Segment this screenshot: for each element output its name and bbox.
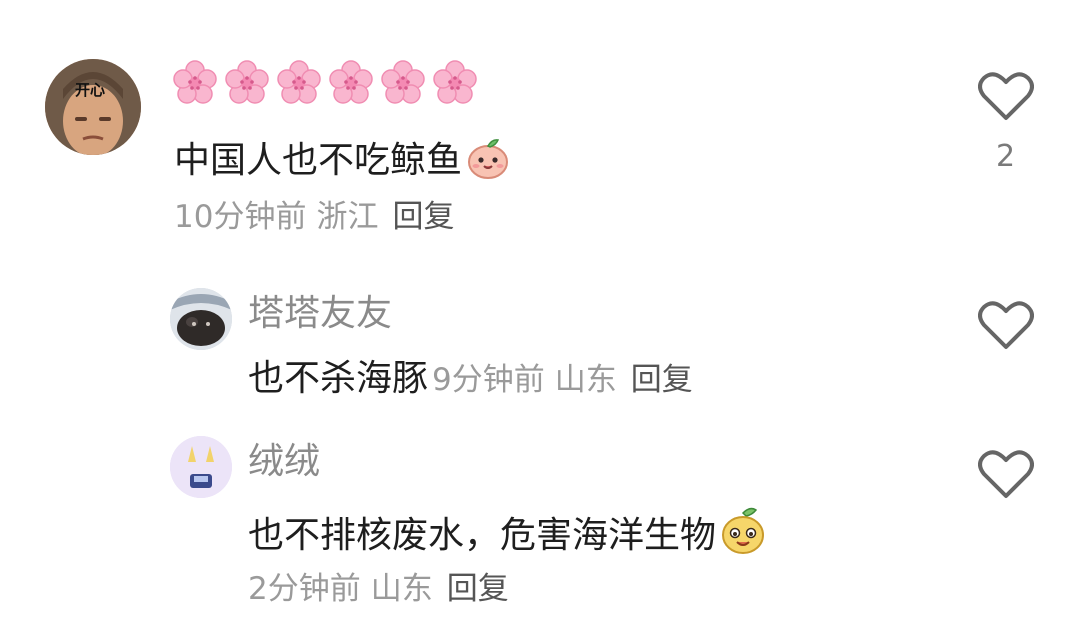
like-count: 2 (996, 139, 1016, 174)
reply-nickname[interactable]: 塔塔友友 (248, 296, 392, 332)
comment-meta: 10分钟前 浙江 回复 (174, 202, 454, 233)
reply-meta: 2分钟前 山东 回复 (248, 574, 509, 605)
comment-text: 中国人也不吃鲸鱼 (174, 140, 463, 181)
avatar[interactable] (170, 288, 232, 350)
reply-time: 9分钟前 (432, 362, 545, 398)
heart-outline-icon[interactable] (978, 299, 1034, 351)
reply-nickname[interactable]: 绒绒 (248, 444, 320, 480)
avatar-photo (170, 288, 232, 350)
avatar-label: 开心 (75, 81, 106, 99)
reply-text-row[interactable]: 也不排核废水，危害海洋生物 (248, 507, 766, 555)
reply-button[interactable]: 回复 (631, 362, 693, 398)
cherry-blossom-icon (433, 60, 477, 104)
reply-time: 2分钟前 (248, 571, 361, 607)
comment-location: 浙江 (316, 199, 379, 235)
reply-text: 也不排核废水，危害海洋生物 (248, 515, 717, 556)
comment-time: 10分钟前 (174, 199, 307, 235)
cherry-blossom-icon (329, 60, 373, 104)
avatar-photo (45, 59, 141, 155)
reply-location: 山东 (554, 362, 617, 398)
reply-text: 也不杀海豚 (248, 358, 429, 399)
avatar[interactable]: 开心 (45, 59, 141, 155)
cherry-blossom-icon (225, 60, 269, 104)
cherry-blossom-icon (173, 60, 217, 104)
reply-button[interactable]: 回复 (447, 571, 509, 607)
avatar-photo (170, 436, 232, 498)
nickname-icons[interactable] (172, 60, 478, 106)
reply-text-row[interactable]: 也不杀海豚 9分钟前 山东 回复 (248, 361, 693, 397)
heart-outline-icon[interactable] (978, 448, 1034, 500)
avatar[interactable] (170, 436, 232, 498)
comment-text-row[interactable]: 中国人也不吃鲸鱼 (174, 136, 510, 180)
peach-face-emoji (468, 139, 509, 179)
cherry-blossom-icon (277, 60, 321, 104)
smiling-mango-face-emoji (722, 507, 765, 554)
reply-location: 山东 (370, 571, 433, 607)
cherry-blossom-icon (381, 60, 425, 104)
reply-button[interactable]: 回复 (392, 199, 454, 235)
heart-outline-icon[interactable] (978, 70, 1034, 122)
reply-meta: 9分钟前 山东 回复 (432, 362, 693, 398)
